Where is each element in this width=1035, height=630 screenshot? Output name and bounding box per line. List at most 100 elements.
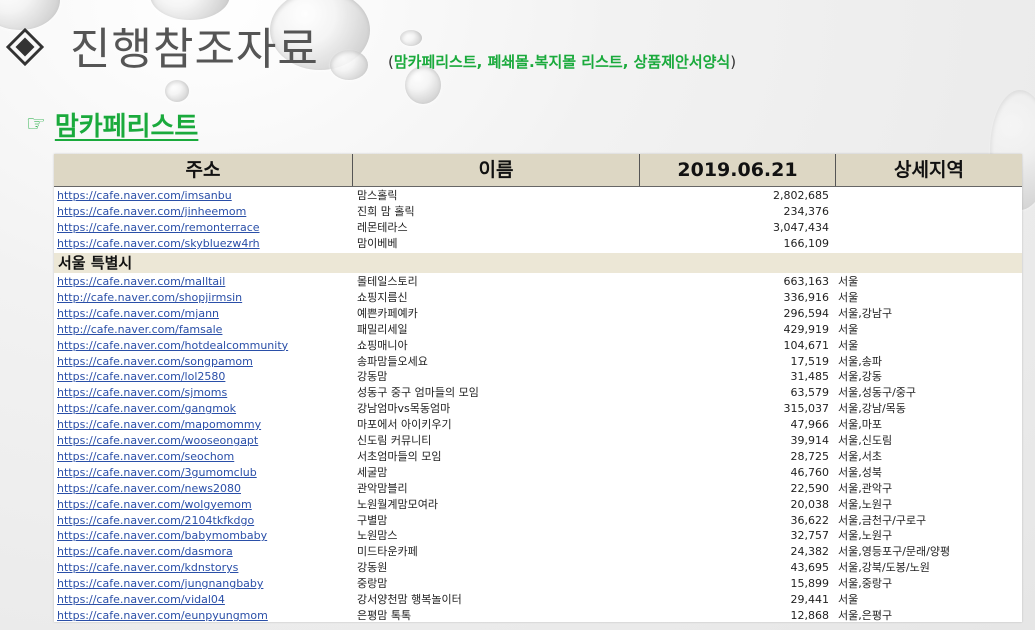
table-row: https://cafe.naver.com/wolgyemom 노원월계맘모여라… — [54, 497, 1022, 513]
cafe-link[interactable]: https://cafe.naver.com/mjann — [57, 306, 347, 322]
cafe-link[interactable]: https://cafe.naver.com/lol2580 — [57, 369, 347, 385]
table-row: https://cafe.naver.com/kdnstorys 강동원 43,69… — [54, 560, 1022, 576]
cafe-link[interactable]: http://cafe.naver.com/shopjirmsin — [57, 290, 347, 306]
cafe-name: 성동구 중구 엄마들의 모임 — [357, 386, 479, 400]
cafe-link[interactable]: https://cafe.naver.com/songpamom — [57, 354, 347, 370]
cafe-link[interactable]: https://cafe.naver.com/skybluezw4rh — [57, 236, 347, 252]
cafe-link[interactable]: https://cafe.naver.com/kdnstorys — [57, 560, 347, 576]
cafe-name: 패밀리세일 — [357, 322, 408, 336]
header-name: 이름 — [353, 154, 640, 186]
cafe-name: 진희 맘 홀릭 — [357, 205, 415, 218]
cafe-name: 맘이베베 — [357, 237, 398, 250]
table-row: http://cafe.naver.com/shopjirmsin 쇼핑지름신 33… — [54, 290, 1022, 306]
member-count: 43,695 — [790, 561, 830, 575]
member-count: 663,163 — [783, 275, 830, 288]
table-row: https://cafe.naver.com/vidal04 강서양천맘 행복놀이… — [54, 592, 1022, 608]
cafe-name: 강동원 — [357, 561, 388, 575]
region: 서울 — [838, 290, 859, 304]
cafe-link[interactable]: https://cafe.naver.com/jungnangbaby — [57, 576, 347, 592]
member-count: 12,868 — [790, 608, 830, 622]
member-count: 36,622 — [790, 513, 830, 527]
header-date: 2019.06.21 — [640, 154, 836, 186]
table-row: https://cafe.naver.com/eunpyungmom 은평맘 톡톡… — [54, 608, 1022, 622]
member-count: 47,966 — [790, 418, 830, 432]
cafe-link[interactable]: https://cafe.naver.com/babymombaby — [57, 528, 347, 544]
member-count: 166,109 — [783, 237, 830, 250]
member-count: 296,594 — [783, 306, 830, 320]
region: 서울 — [838, 338, 859, 352]
member-count: 3,047,434 — [773, 221, 829, 234]
cafe-link[interactable]: https://cafe.naver.com/gangmok — [57, 401, 347, 417]
cafe-link[interactable]: https://cafe.naver.com/malltail — [57, 274, 347, 290]
region: 서울,관악구 — [838, 481, 893, 495]
member-count: 22,590 — [790, 481, 830, 495]
cafe-name: 송파맘들오세요 — [357, 354, 428, 368]
member-count: 29,441 — [790, 593, 830, 606]
cafe-name: 중랑맘 — [357, 577, 388, 591]
region: 서울,강남/목동 — [838, 402, 906, 416]
region: 서울,신도림 — [838, 434, 893, 447]
cafe-name: 노원월계맘모여라 — [357, 497, 438, 511]
water-drop — [330, 50, 368, 80]
table-row: https://cafe.naver.com/mjann 예쁜카페예카 296,59… — [54, 306, 1022, 322]
member-count: 63,579 — [790, 386, 830, 400]
table-row: https://cafe.naver.com/dasmora 미드타운카페 24,3… — [54, 544, 1022, 560]
water-drop — [400, 30, 422, 46]
table-row: https://cafe.naver.com/mapomommy 마포에서 아이키… — [54, 417, 1022, 433]
member-count: 234,376 — [783, 205, 830, 218]
cafe-link[interactable]: https://cafe.naver.com/news2080 — [57, 481, 347, 497]
cafe-name: 은평맘 톡톡 — [357, 608, 412, 622]
table-row: https://cafe.naver.com/songpamom 송파맘들오세요 1… — [54, 354, 1022, 370]
cafe-link[interactable]: https://cafe.naver.com/vidal04 — [57, 592, 347, 608]
region: 서울,노원구 — [838, 497, 893, 511]
table-row: https://cafe.naver.com/news2080 관악맘블리 22,5… — [54, 481, 1022, 497]
member-count: 15,899 — [790, 577, 830, 591]
cafe-link[interactable]: http://cafe.naver.com/famsale — [57, 322, 347, 338]
member-count: 46,760 — [790, 465, 830, 479]
cafe-link[interactable]: https://cafe.naver.com/wolgyemom — [57, 497, 347, 513]
cafe-name: 레몬테라스 — [357, 221, 408, 234]
region: 서울,송파 — [838, 354, 882, 368]
region: 서울 — [838, 275, 859, 288]
region: 서울 — [838, 593, 859, 606]
member-count: 104,671 — [783, 338, 830, 352]
table-row: http://cafe.naver.com/famsale 패밀리세일 429,91… — [54, 322, 1022, 338]
header-region: 상세지역 — [894, 159, 964, 181]
cafe-link[interactable]: https://cafe.naver.com/sjmoms — [57, 385, 347, 401]
region-group-header: 서울 특별시 — [54, 253, 1022, 273]
cafe-link[interactable]: https://cafe.naver.com/eunpyungmom — [57, 608, 347, 622]
region: 서울,은평구 — [838, 608, 893, 622]
member-count: 24,382 — [790, 545, 830, 559]
section-heading: ☞ 맘카페리스트 — [26, 106, 198, 143]
region: 서울,강남구 — [838, 306, 893, 320]
cafe-link[interactable]: https://cafe.naver.com/mapomommy — [57, 417, 347, 433]
cafe-link[interactable]: https://cafe.naver.com/dasmora — [57, 544, 347, 560]
region: 서울,강북/도봉/노원 — [838, 561, 930, 575]
cafe-link[interactable]: https://cafe.naver.com/3gumomclub — [57, 465, 347, 481]
region: 서울,금천구/구로구 — [838, 513, 927, 527]
region: 서울,성북 — [838, 465, 882, 479]
table-row: https://cafe.naver.com/remonterrace 레몬테라스… — [54, 220, 1022, 236]
member-count: 17,519 — [790, 354, 830, 368]
member-count: 28,725 — [790, 449, 830, 463]
region: 서울,강동 — [838, 370, 882, 384]
page-subtitle: (맘카페리스트, 폐쇄몰.복지몰 리스트, 상품제안서양식) — [388, 53, 737, 71]
diamond-bullet-icon — [6, 28, 44, 66]
region: 서울,노원구 — [838, 529, 893, 543]
cafe-link[interactable]: https://cafe.naver.com/2104tkfkdgo — [57, 513, 347, 529]
cafe-link[interactable]: https://cafe.naver.com/imsanbu — [57, 188, 347, 204]
cafe-link[interactable]: https://cafe.naver.com/wooseongapt — [57, 433, 347, 449]
table-row: https://cafe.naver.com/gangmok 강남엄마vs목동엄마… — [54, 401, 1022, 417]
mom-cafe-table: 주소 이름 2019.06.21 상세지역 https://cafe.naver… — [54, 154, 1022, 622]
region: 서울,마포 — [838, 418, 882, 432]
cafe-link[interactable]: https://cafe.naver.com/jinheemom — [57, 204, 347, 220]
table-row: https://cafe.naver.com/lol2580 강동맘 31,485 서… — [54, 369, 1022, 385]
cafe-link[interactable]: https://cafe.naver.com/hotdealcommunity — [57, 338, 347, 354]
cafe-name: 강남엄마vs목동엄마 — [357, 402, 451, 416]
region: 서울,서초 — [838, 449, 882, 463]
cafe-link[interactable]: https://cafe.naver.com/remonterrace — [57, 220, 347, 236]
table-header: 주소 이름 2019.06.21 상세지역 — [54, 154, 1022, 187]
member-count: 20,038 — [790, 497, 830, 511]
cafe-link[interactable]: https://cafe.naver.com/seochom — [57, 449, 347, 465]
member-count: 31,485 — [790, 370, 830, 384]
